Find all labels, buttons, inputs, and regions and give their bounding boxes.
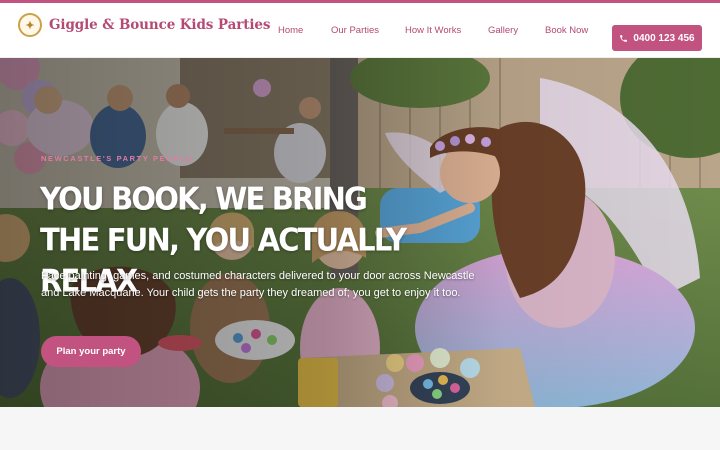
nav-home[interactable]: Home (278, 3, 303, 58)
phone-call-button[interactable]: 0400 123 456 (612, 25, 702, 51)
nav-book-now[interactable]: Book Now (545, 3, 588, 58)
nav-gallery[interactable]: Gallery (488, 3, 518, 58)
brand-name: Giggle & Bounce Kids Parties (49, 17, 271, 33)
plan-party-button[interactable]: Plan your party (41, 336, 141, 367)
crest-icon: ✦ (18, 13, 42, 37)
site-header: ✦ Giggle & Bounce Kids Parties Home Our … (0, 3, 720, 58)
hero-description: Face painting, games, and costumed chara… (41, 270, 475, 299)
hero-eyebrow: Newcastle's party people (41, 154, 194, 163)
phone-icon (620, 34, 628, 42)
brand-logo-link[interactable]: ✦ Giggle & Bounce Kids Parties (18, 13, 271, 37)
nav-our-parties[interactable]: Our Parties (331, 3, 379, 58)
next-section (0, 407, 720, 450)
hero-section: Newcastle's party people You book, we br… (0, 58, 720, 407)
phone-number: 0400 123 456 (633, 32, 695, 44)
nav-how-it-works[interactable]: How It Works (405, 3, 461, 58)
